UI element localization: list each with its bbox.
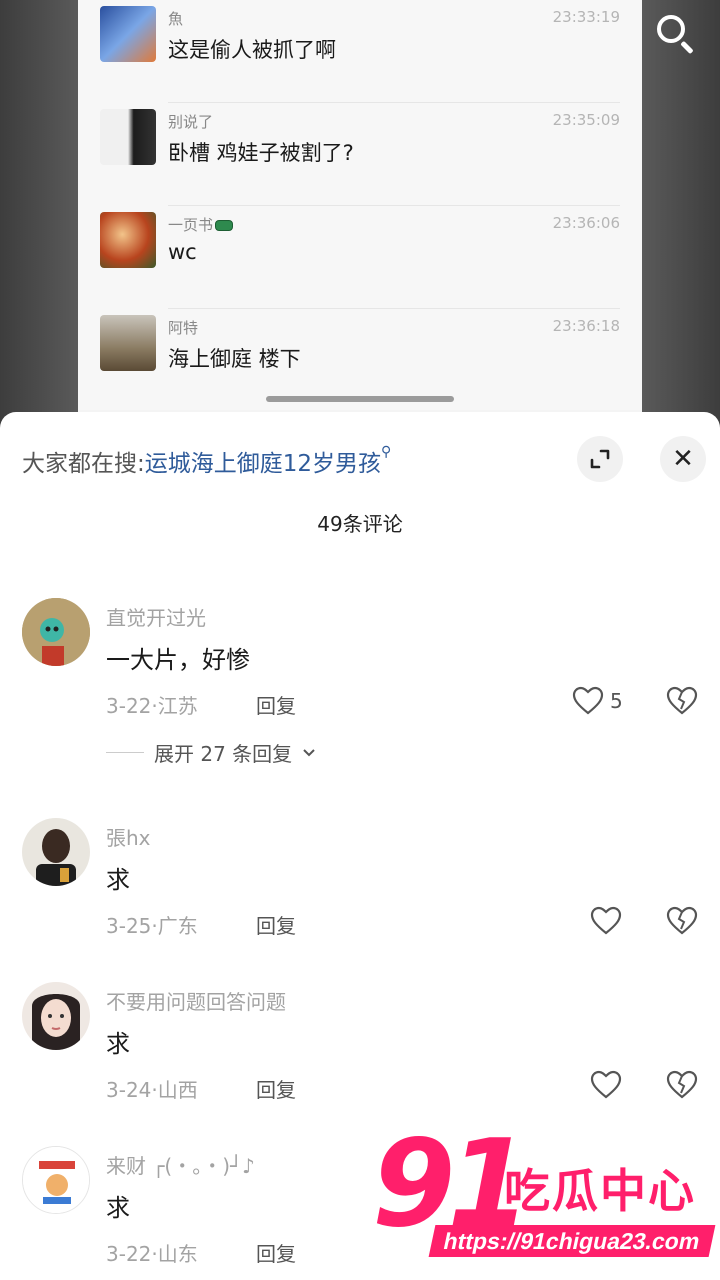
comment-meta: 3-22·山东 [106,1242,198,1266]
chat-avatar [100,109,156,165]
like-button[interactable] [590,906,622,936]
comment-text: 求 [106,1194,130,1222]
chat-message: 海上御庭 楼下 [168,347,301,371]
heart-icon [590,1070,622,1099]
chat-avatar [100,6,156,62]
reply-button[interactable]: 回复 [256,1074,296,1103]
expand-button[interactable] [577,436,623,482]
comment-meta: 3-25·广东 [106,914,198,938]
search-icon-handle [680,40,694,55]
watermark-logo: 91 吃瓜中心 https://91chigua23.com [372,1125,716,1270]
reply-button[interactable]: 回复 [256,1238,296,1267]
chat-name-text: 一页书 [168,216,214,234]
avatar[interactable] [22,598,90,666]
comment-meta: 3-24·山西 [106,1078,198,1102]
avatar[interactable] [22,818,90,886]
comment-meta: 3-22·江苏 [106,694,198,718]
reply-button[interactable]: 回复 [256,910,296,939]
search-suggestion-prefix: 大家都在搜: [22,451,145,477]
chat-time: 23:35:09 [552,111,620,129]
expand-replies-label: 展开 27 条回复 [154,742,293,766]
chat-name: 魚 [168,10,184,28]
comment-count: 49条评论 [317,512,403,536]
search-icon: ⚲ [381,444,392,460]
chat-row: 别说了 23:35:09 卧槽 鸡娃子被割了? [78,103,642,206]
dislike-button[interactable] [666,686,698,720]
avatar-image [22,598,90,666]
broken-heart-icon [666,686,698,715]
broken-heart-icon [666,906,698,935]
comment-text: 求 [106,866,130,894]
chat-message: wc [168,240,197,264]
comment-text: 求 [106,1030,130,1058]
chat-avatar [100,315,156,371]
search-suggestion[interactable]: 大家都在搜:运城海上御庭12岁男孩⚲ [22,444,391,478]
avatar-image [22,818,90,886]
like-button[interactable] [590,1070,622,1100]
badge-icon [215,220,234,231]
search-button[interactable] [650,8,700,58]
close-icon: ✕ [672,444,694,474]
comment-username[interactable]: 不要用问题回答问题 [106,986,286,1015]
chat-row: 一页书 23:36:06 wc [78,206,642,309]
chevron-down-icon [303,748,315,756]
chat-row: 魚 23:33:19 这是偷人被抓了啊 [78,0,642,103]
chat-name: 别说了 [168,113,214,131]
watermark-title: 吃瓜中心 [504,1164,696,1218]
divider [106,752,144,753]
chat-message: 这是偷人被抓了啊 [168,38,336,62]
comment-username[interactable]: 来财 ┌(・。・)┘♪ [106,1150,255,1179]
heart-icon [590,906,622,935]
dislike-button[interactable] [666,906,698,940]
search-suggestion-term[interactable]: 运城海上御庭12岁男孩 [145,451,381,477]
chat-time: 23:33:19 [552,8,620,26]
dislike-button[interactable] [666,1070,698,1104]
avatar[interactable] [22,1146,90,1214]
chat-name: 一页书 [168,214,234,235]
chat-time: 23:36:06 [552,214,620,232]
avatar-image [23,1147,89,1213]
drag-handle[interactable] [266,396,454,402]
broken-heart-icon [666,1070,698,1099]
comment-text: 一大片，好惨 [106,646,250,674]
reply-button[interactable]: 回复 [256,690,296,719]
close-button[interactable]: ✕ [660,436,706,482]
like-button[interactable]: 5 [572,686,623,716]
chat-time: 23:36:18 [552,317,620,335]
chat-message: 卧槽 鸡娃子被割了? [168,141,354,165]
comment-username[interactable]: 張hx [106,822,151,851]
like-count: 5 [610,689,623,713]
expand-replies-button[interactable]: 展开 27 条回复 [106,738,316,767]
avatar-image [22,982,90,1050]
watermark-url: https://91chigua23.com [428,1225,716,1257]
chat-avatar [100,212,156,268]
heart-icon [572,686,604,715]
avatar[interactable] [22,982,90,1050]
expand-icon [590,449,610,469]
chat-name: 阿特 [168,319,199,337]
chat-screenshot: 魚 23:33:19 这是偷人被抓了啊 别说了 23:35:09 卧槽 鸡娃子被… [78,0,642,410]
search-icon [657,15,685,43]
comment-username[interactable]: 直觉开过光 [106,602,206,631]
